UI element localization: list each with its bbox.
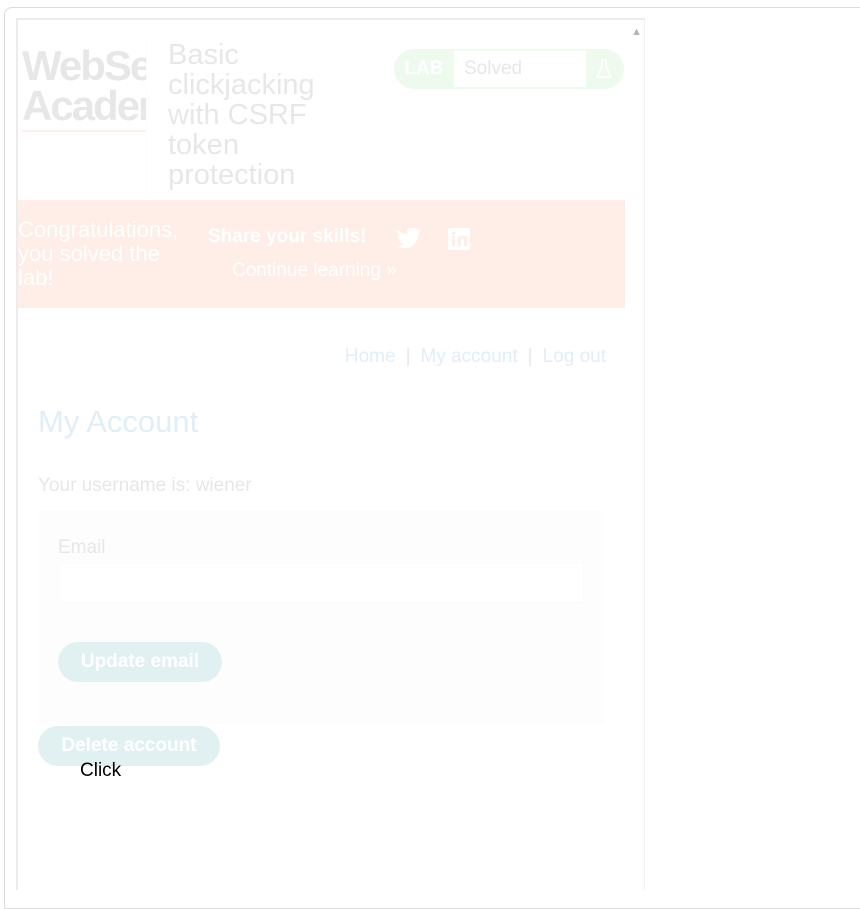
lab-status-tag: LAB [404, 58, 444, 79]
share-skills-text: Share your skills! [208, 226, 367, 247]
page-title: My Account [38, 404, 199, 439]
username-text: Your username is: wiener [38, 475, 252, 496]
solved-banner: Congratulations, you solved the lab! Sha… [18, 200, 625, 308]
congratulations-text: Congratulations, you solved the lab! [18, 217, 179, 290]
nav-home-link[interactable]: Home [345, 346, 396, 367]
flask-icon [586, 59, 622, 79]
nav-separator: | [527, 346, 533, 367]
email-field[interactable] [58, 563, 584, 603]
nav-separator: | [405, 346, 411, 367]
email-form: Email Update email [38, 510, 604, 724]
logo-underline [22, 130, 146, 132]
logo-line-2: Academy [22, 82, 146, 129]
continue-learning-label: Continue learning [232, 260, 381, 281]
top-nav: Home | My account | Log out [345, 346, 606, 368]
logo-line-1: WebSecurity [22, 46, 146, 89]
scroll-up-arrow-icon[interactable]: ▲ [631, 26, 642, 38]
delete-account-button[interactable]: Delete account [38, 726, 220, 766]
web-security-academy-logo[interactable]: WebSecurity Academy [22, 46, 146, 136]
double-chevron-right-icon: » [386, 260, 397, 281]
continue-learning-link[interactable]: Continue learning » [232, 260, 397, 282]
lab-status-value: Solved [454, 49, 586, 89]
email-label: Email [58, 537, 106, 558]
update-email-button[interactable]: Update email [58, 642, 222, 682]
nav-my-account-link[interactable]: My account [421, 346, 518, 367]
linkedin-icon[interactable] [446, 228, 472, 252]
lab-title: Basic clickjacking with CSRF token prote… [168, 39, 315, 191]
click-decoy-label: Click [80, 760, 122, 781]
twitter-icon[interactable] [396, 227, 422, 252]
lab-status-widget: LAB Solved [394, 49, 624, 89]
nav-logout-link[interactable]: Log out [543, 346, 606, 367]
